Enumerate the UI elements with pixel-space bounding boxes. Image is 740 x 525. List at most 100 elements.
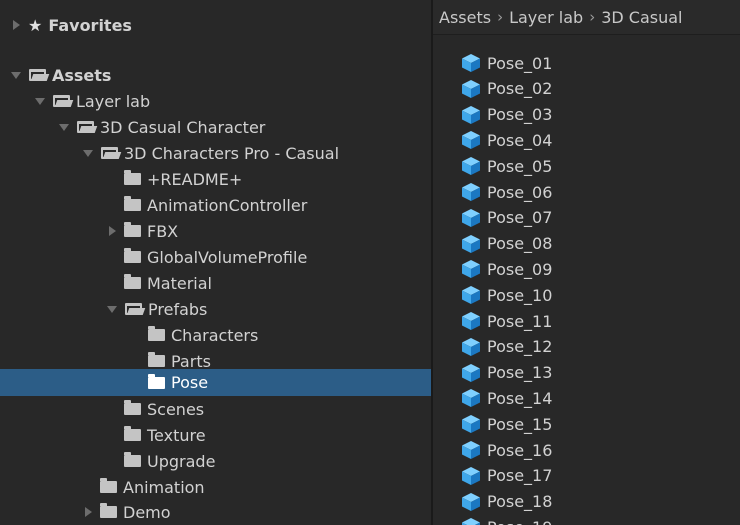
folder-tree-panel[interactable]: ★ Favorites Assets Layer lab 3D Casual C… [0,0,431,525]
asset-item[interactable]: Pose_07 [461,205,552,231]
tree-item-scenes[interactable]: Scenes [0,396,431,422]
tree-item-label: Upgrade [147,451,216,471]
project-window: ★ Favorites Assets Layer lab 3D Casual C… [0,0,740,525]
expand-arrow-icon[interactable] [85,507,92,517]
folder-icon [148,326,165,341]
asset-item[interactable]: Pose_08 [461,231,552,257]
asset-item[interactable]: Pose_14 [461,385,552,411]
asset-label: Pose_14 [487,388,553,408]
asset-item[interactable]: Pose_06 [461,179,552,205]
asset-item[interactable]: Pose_19 [461,514,552,525]
expand-arrow-icon[interactable] [13,20,20,30]
prefab-cube-icon [462,492,480,511]
tree-item-label: Prefabs [148,299,208,319]
tree-item-label: 3D Characters Pro - Casual [124,143,340,163]
tree-item-label: 3D Casual Character [100,117,266,137]
asset-item[interactable]: Pose_13 [461,360,552,386]
tree-item-demo[interactable]: Demo [0,499,431,525]
tree-item-assets[interactable]: Assets [0,62,431,88]
collapse-arrow-icon[interactable] [59,123,69,131]
tree-item-material[interactable]: Material [0,270,431,296]
collapse-arrow-icon[interactable] [107,305,117,313]
breadcrumb-item-assets[interactable]: Assets [439,8,491,27]
prefab-cube-icon [462,131,480,150]
tree-item-label: Material [147,273,212,293]
open-folder-icon [101,147,118,159]
folder-icon [148,373,165,389]
tree-item-pose[interactable]: Pose [0,369,431,396]
tree-item-animation-controller[interactable]: AnimationController [0,192,431,218]
tree-item-fbx[interactable]: FBX [0,218,431,244]
prefab-cube-icon [462,260,480,279]
collapse-arrow-icon[interactable] [11,71,21,79]
asset-item[interactable]: Pose_15 [461,411,552,437]
asset-item[interactable]: Pose_01 [461,50,552,76]
tree-item-label: GlobalVolumeProfile [147,247,308,267]
asset-label: Pose_09 [487,259,553,279]
folder-icon [124,400,141,415]
prefab-cube-icon [462,286,480,305]
asset-item[interactable]: Pose_04 [461,127,552,153]
prefab-cube-icon [462,389,480,408]
asset-item[interactable]: Pose_16 [461,437,552,463]
tree-item-3d-casual-character[interactable]: 3D Casual Character [0,114,431,140]
asset-label: Pose_18 [487,492,553,512]
tree-item-upgrade[interactable]: Upgrade [0,448,431,474]
asset-list-panel[interactable]: Assets › Layer lab › 3D Casual Pose_01 Po… [433,0,740,525]
tree-item-favorites[interactable]: ★ Favorites [0,12,431,38]
tree-item-label: Scenes [147,399,205,419]
asset-item[interactable]: Pose_12 [461,334,552,360]
collapse-arrow-icon[interactable] [35,97,45,105]
asset-label: Pose_13 [487,363,553,383]
folder-icon [124,452,141,467]
tree-item-animation[interactable]: Animation [0,474,431,500]
breadcrumb: Assets › Layer lab › 3D Casual [433,0,740,35]
folder-icon [124,426,141,441]
folder-icon [124,170,141,185]
asset-item[interactable]: Pose_10 [461,282,552,308]
tree-item-label: +README+ [147,169,243,189]
tree-item-label: Assets [52,65,112,85]
expand-arrow-icon[interactable] [109,226,116,236]
folder-icon [124,222,141,237]
tree-item-global-volume-profile[interactable]: GlobalVolumeProfile [0,244,431,270]
asset-label: Pose_02 [487,79,553,99]
tree-item-3d-characters-pro[interactable]: 3D Characters Pro - Casual [0,140,431,166]
asset-label: Pose_04 [487,130,553,150]
open-folder-icon [77,121,94,133]
prefab-cube-icon [462,208,480,227]
tree-item-label: Texture [147,425,206,445]
breadcrumb-item-layer-lab[interactable]: Layer lab [509,8,583,27]
asset-label: Pose_17 [487,466,553,486]
prefab-cube-icon [462,415,480,434]
asset-item[interactable]: Pose_11 [461,308,552,334]
tree-item-label: Demo [123,502,171,522]
open-folder-icon [29,69,46,81]
breadcrumb-item-3d-casual[interactable]: 3D Casual [601,8,682,27]
asset-label: Pose_01 [487,53,553,73]
folder-icon [124,196,141,211]
asset-item[interactable]: Pose_09 [461,256,552,282]
open-folder-icon [53,95,70,107]
asset-item[interactable]: Pose_02 [461,76,552,102]
asset-label: Pose_08 [487,234,553,254]
star-icon: ★ [28,15,43,35]
tree-item-prefabs[interactable]: Prefabs [0,296,431,322]
asset-label: Pose_19 [487,518,552,525]
tree-item-readme[interactable]: +README+ [0,166,431,192]
asset-item[interactable]: Pose_05 [461,153,552,179]
prefab-cube-icon [462,363,480,382]
prefab-cube-icon [462,234,480,253]
prefab-cube-icon [462,337,480,356]
collapse-arrow-icon[interactable] [83,149,93,157]
tree-item-layer-lab[interactable]: Layer lab [0,88,431,114]
tree-item-characters[interactable]: Characters [0,322,431,348]
asset-label: Pose_16 [487,440,553,460]
tree-item-texture[interactable]: Texture [0,422,431,448]
asset-label: Pose_06 [487,182,553,202]
asset-item[interactable]: Pose_18 [461,489,552,515]
folder-icon [100,478,117,493]
asset-item[interactable]: Pose_17 [461,463,552,489]
asset-item[interactable]: Pose_03 [461,102,552,128]
folder-icon [124,248,141,263]
